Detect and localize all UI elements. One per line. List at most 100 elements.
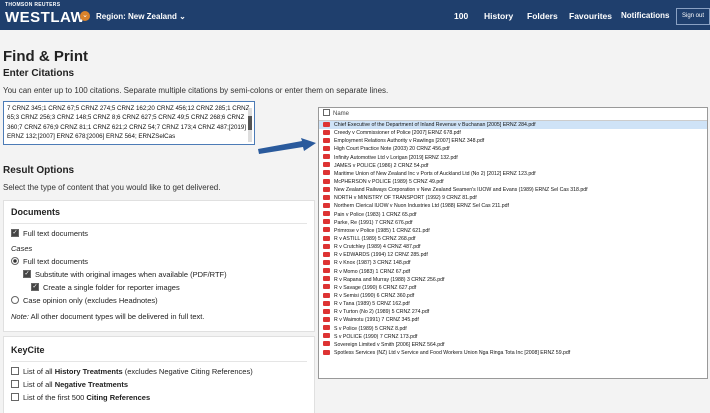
documents-panel: Documents ✓ Full text documents Cases Ful…: [3, 200, 315, 332]
result-options-description: Select the type of content that you woul…: [3, 183, 221, 192]
file-row[interactable]: R v Tana (1989) 5 CRNZ 162.pdf: [319, 300, 707, 308]
file-name: Creedy v Commissioner of Police [2007] E…: [334, 130, 461, 137]
file-rows: Chief Executive of the Department of Inl…: [319, 121, 707, 357]
checkbox-checked-icon[interactable]: ✓: [23, 270, 31, 279]
textarea-scrollbar[interactable]: [248, 108, 252, 142]
nav-favourites[interactable]: Favourites: [569, 11, 612, 21]
file-row[interactable]: Pain v Police (1983) 1 CRNZ 65.pdf: [319, 211, 707, 219]
file-row[interactable]: R v Momo (1983) 1 CRNZ 67.pdf: [319, 268, 707, 276]
substitute-label: Substitute with original images when ava…: [35, 270, 227, 279]
full-text-documents-option[interactable]: ✓ Full text documents: [4, 227, 314, 240]
name-column-header[interactable]: Name: [333, 111, 349, 117]
file-row[interactable]: High Court Practice Note (2003) 20 CRNZ …: [319, 145, 707, 153]
pdf-file-icon: [323, 300, 330, 306]
file-row[interactable]: R v Crutchley (1989) 4 CRNZ 487.pdf: [319, 243, 707, 251]
file-row[interactable]: Maritime Union of New Zealand Inc v Port…: [319, 170, 707, 178]
nav-history[interactable]: History: [484, 11, 513, 21]
file-row[interactable]: R v ASTILL (1989) 5 CRNZ 268.pdf: [319, 235, 707, 243]
file-list-header[interactable]: Name: [319, 108, 707, 121]
nav-history-count[interactable]: 100: [454, 11, 468, 21]
pdf-file-icon: [323, 325, 330, 331]
file-name: R v ASTILL (1989) 5 CRNZ 268.pdf: [334, 235, 416, 242]
arrow-right-icon: [258, 138, 316, 154]
checkbox-unchecked-icon[interactable]: [11, 367, 19, 376]
product-menu-chevron-icon[interactable]: ⌄: [80, 11, 90, 21]
pdf-file-icon: [323, 349, 330, 355]
westlaw-logo[interactable]: WESTLAW: [5, 9, 85, 26]
file-row[interactable]: New Zealand Railways Corporation v New Z…: [319, 186, 707, 194]
file-name: Pain v Police (1983) 1 CRNZ 65.pdf: [334, 211, 417, 218]
file-name: R v Rapana and Murray (1988) 3 CRNZ 256.…: [334, 276, 445, 283]
nav-notifications[interactable]: Notifications: [621, 11, 669, 20]
keycite-history-bold: History Treatments: [54, 367, 123, 376]
radio-unselected-icon[interactable]: [11, 296, 19, 305]
file-row[interactable]: R v Rapana and Murray (1988) 3 CRNZ 256.…: [319, 276, 707, 284]
file-row[interactable]: R v Semisi (1990) 6 CRNZ 360.pdf: [319, 292, 707, 300]
checkbox-checked-icon[interactable]: ✓: [11, 229, 19, 238]
file-row[interactable]: R v Turton (No 2) (1989) 5 CRNZ 274.pdf: [319, 308, 707, 316]
radio-selected-icon[interactable]: [11, 257, 19, 266]
pdf-file-icon: [323, 260, 330, 266]
region-selector[interactable]: Region: New Zealand ⌄: [96, 12, 186, 21]
file-name: S v Police (1989) 5 CRNZ 8.pdf: [334, 325, 407, 332]
file-row[interactable]: McPHERSON v POLICE (1989) 5 CRNZ 49.pdf: [319, 178, 707, 186]
file-name: McPHERSON v POLICE (1989) 5 CRNZ 49.pdf: [334, 178, 444, 185]
case-opinion-option[interactable]: Case opinion only (excludes Headnotes): [4, 294, 314, 307]
file-row[interactable]: R v Knox (1987) 3 CRNZ 148.pdf: [319, 259, 707, 267]
page-title: Find & Print: [3, 48, 88, 65]
pdf-file-icon: [323, 154, 330, 160]
file-row[interactable]: Chief Executive of the Department of Inl…: [319, 121, 707, 130]
keycite-negative-option[interactable]: List of all Negative Treatments: [4, 378, 314, 391]
file-row[interactable]: NORTH v MINISTRY OF TRANSPORT (1992) 9 C…: [319, 194, 707, 202]
file-name: NORTH v MINISTRY OF TRANSPORT (1992) 9 C…: [334, 195, 477, 202]
file-row[interactable]: Parke, Re (1991) 7 CRNZ 676.pdf: [319, 219, 707, 227]
note-text: All other document types will be deliver…: [28, 312, 205, 321]
file-row[interactable]: R v Savage (1990) 6 CRNZ 627.pdf: [319, 284, 707, 292]
file-name: Primrose v Police (1985) 1 CRNZ 621.pdf: [334, 227, 430, 234]
cases-full-text-option[interactable]: Full text documents: [4, 255, 314, 268]
file-row[interactable]: Spotless Services (NZ) Ltd v Service and…: [319, 349, 707, 357]
pdf-file-icon: [323, 308, 330, 314]
result-options-heading: Result Options: [3, 165, 75, 176]
file-name: R v Tana (1989) 5 CRNZ 162.pdf: [334, 301, 410, 308]
checkbox-checked-icon[interactable]: ✓: [31, 283, 39, 292]
pdf-file-icon: [323, 333, 330, 339]
keycite-negative-pre: List of all: [23, 380, 55, 389]
citations-textarea[interactable]: 7 CRNZ 345;1 CRNZ 67;5 CRNZ 274;5 CRNZ 1…: [3, 101, 255, 145]
checkbox-unchecked-icon[interactable]: [11, 380, 19, 389]
file-row[interactable]: S v Police (1989) 5 CRNZ 8.pdf: [319, 325, 707, 333]
substitute-images-option[interactable]: ✓ Substitute with original images when av…: [4, 268, 314, 281]
documents-note: Note: All other document types will be d…: [4, 310, 314, 323]
file-row[interactable]: Primrose v Police (1985) 1 CRNZ 621.pdf: [319, 227, 707, 235]
file-row[interactable]: JAMES v POLICE (1986) 2 CRNZ 54.pdf: [319, 162, 707, 170]
pdf-file-icon: [323, 227, 330, 233]
keycite-citing-bold: Citing References: [86, 393, 151, 402]
file-row[interactable]: R v EDWARDS (1994) 12 CRNZ 285.pdf: [319, 251, 707, 259]
note-label: Note:: [11, 312, 29, 321]
file-name: Spotless Services (NZ) Ltd v Service and…: [334, 349, 571, 356]
file-row[interactable]: Infinity Automotive Ltd v Lorigan [2019]…: [319, 154, 707, 162]
file-row[interactable]: S v POLICE (1990) 7 CRNZ 173.pdf: [319, 333, 707, 341]
cases-label: Cases: [11, 244, 33, 253]
select-all-checkbox[interactable]: [323, 109, 330, 116]
file-row[interactable]: Sovereign Limited v Smith [2006] ERNZ 56…: [319, 341, 707, 349]
pdf-file-icon: [323, 178, 330, 184]
pdf-file-icon: [323, 146, 330, 152]
pdf-file-icon: [323, 317, 330, 322]
file-row[interactable]: Employment Relations Authority v Rawling…: [319, 137, 707, 145]
file-row[interactable]: Creedy v Commissioner of Police [2007] E…: [319, 129, 707, 137]
full-text-label: Full text documents: [23, 229, 89, 238]
file-row[interactable]: R v Waimotu (1991) 7 CRNZ 345.pdf: [319, 316, 707, 324]
nav-folders[interactable]: Folders: [527, 11, 558, 21]
pdf-file-icon: [323, 251, 330, 257]
file-row[interactable]: Northern Clerical IUOW v Nuon Industries…: [319, 202, 707, 210]
keycite-history-option[interactable]: List of all History Treatments (excludes…: [4, 365, 314, 378]
file-name: Chief Executive of the Department of Inl…: [334, 122, 536, 128]
single-folder-option[interactable]: ✓ Create a single folder for reporter ima…: [4, 281, 314, 294]
file-name: Northern Clerical IUOW v Nuon Industries…: [334, 203, 509, 210]
sign-out-button[interactable]: Sign out: [676, 8, 710, 25]
keycite-citing-option[interactable]: List of the first 500 Citing References: [4, 391, 314, 404]
pdf-file-icon: [323, 219, 330, 225]
file-name: New Zealand Railways Corporation v New Z…: [334, 187, 588, 194]
checkbox-unchecked-icon[interactable]: [11, 393, 19, 402]
